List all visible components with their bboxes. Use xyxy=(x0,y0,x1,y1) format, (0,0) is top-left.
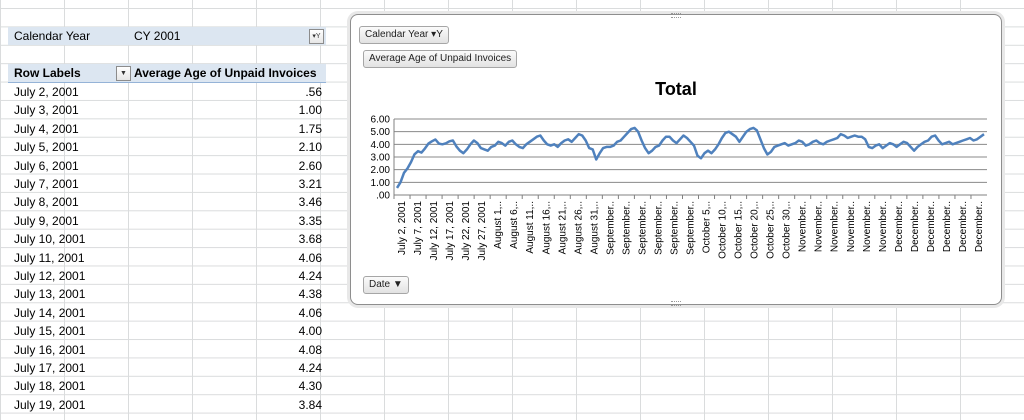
x-tick-label: July 17, 2001 xyxy=(445,201,456,261)
x-tick-label: October 5,.. xyxy=(702,201,713,253)
y-tick-label: 3.00 xyxy=(371,153,391,164)
row-label[interactable]: July 11, 2001 xyxy=(14,249,85,267)
row-label[interactable]: July 15, 2001 xyxy=(14,322,85,340)
x-tick-label: September.. xyxy=(686,201,697,255)
row-value[interactable]: 4.06 xyxy=(134,304,322,322)
row-label[interactable]: July 10, 2001 xyxy=(14,230,85,248)
row-label[interactable]: July 5, 2001 xyxy=(14,138,79,156)
row-value[interactable]: 4.30 xyxy=(134,377,322,395)
row-value[interactable]: 4.24 xyxy=(134,267,322,285)
x-tick-label: August 21,.. xyxy=(557,201,568,254)
x-tick-label: July 7, 2001 xyxy=(413,201,424,255)
row-value[interactable]: 3.46 xyxy=(134,193,322,211)
row-label[interactable]: July 13, 2001 xyxy=(14,285,85,303)
x-tick-label: November.. xyxy=(798,201,809,252)
filter-funnel-icon[interactable]: ▾Y xyxy=(309,29,324,44)
row-label[interactable]: July 16, 2001 xyxy=(14,341,85,359)
x-tick-label: December.. xyxy=(958,201,969,252)
filter-value[interactable]: CY 2001 xyxy=(134,27,180,45)
row-value[interactable]: 2.10 xyxy=(134,138,322,156)
x-tick-label: September.. xyxy=(621,201,632,255)
x-tick-label: December.. xyxy=(942,201,953,252)
x-tick-label: October 20,.. xyxy=(750,201,761,259)
row-value[interactable]: 2.60 xyxy=(134,157,322,175)
row-value[interactable]: 4.08 xyxy=(134,341,322,359)
row-value[interactable]: .56 xyxy=(134,83,322,101)
row-value[interactable]: 3.84 xyxy=(134,396,322,414)
x-tick-label: August 31,.. xyxy=(589,201,600,254)
x-tick-label: December.. xyxy=(910,201,921,252)
x-tick-label: November.. xyxy=(846,201,857,252)
filter-field-label: Calendar Year xyxy=(14,29,91,43)
row-value[interactable]: 3.35 xyxy=(134,212,322,230)
row-value[interactable]: 4.00 xyxy=(134,322,322,340)
row-label[interactable]: July 17, 2001 xyxy=(14,359,85,377)
row-label[interactable]: July 2, 2001 xyxy=(14,83,79,101)
x-tick-label: December.. xyxy=(894,201,905,252)
chart-plot: .00 1.00 2.003.00 4.00 5.006.00 July 2, 2001 J… xyxy=(371,115,987,261)
x-tick-label: October 30,.. xyxy=(782,201,793,259)
row-label[interactable]: July 4, 2001 xyxy=(14,120,79,138)
y-tick-label: .00 xyxy=(376,191,390,202)
y-tick-label: 5.00 xyxy=(371,127,391,138)
row-value[interactable]: 3.68 xyxy=(134,230,322,248)
y-tick-label: 2.00 xyxy=(371,165,391,176)
row-label[interactable]: July 8, 2001 xyxy=(14,193,79,211)
x-tick-label: August 16,.. xyxy=(541,201,552,254)
row-label[interactable]: July 9, 2001 xyxy=(14,212,79,230)
chart-axis-field-label: Date xyxy=(369,279,391,290)
x-tick-label: September.. xyxy=(637,201,648,255)
row-value[interactable]: 4.24 xyxy=(134,359,322,377)
x-tick-label: September.. xyxy=(605,201,616,255)
row-value[interactable]: 1.75 xyxy=(134,120,322,138)
x-tick-label: August 1,.. xyxy=(493,201,504,249)
x-tick-label: July 22, 2001 xyxy=(461,201,472,261)
row-label[interactable]: July 18, 2001 xyxy=(14,377,85,395)
row-value[interactable]: 4.06 xyxy=(134,249,322,267)
x-tick-label: September.. xyxy=(669,201,680,255)
y-tick-label: 1.00 xyxy=(371,178,391,189)
value-header: Average Age of Unpaid Invoices xyxy=(134,66,317,80)
x-tick-label: September.. xyxy=(653,201,664,255)
row-label[interactable]: July 12, 2001 xyxy=(14,267,85,285)
x-tick-label: November.. xyxy=(814,201,825,252)
x-tick-label: November.. xyxy=(830,201,841,252)
x-tick-label: July 27, 2001 xyxy=(477,201,488,261)
row-value[interactable]: 3.21 xyxy=(134,175,322,193)
x-tick-label: July 2, 2001 xyxy=(397,201,408,255)
row-label[interactable]: July 19, 2001 xyxy=(14,396,85,414)
row-value[interactable]: 1.00 xyxy=(134,101,322,119)
series-line-total xyxy=(395,126,985,189)
x-tick-label: August 26,.. xyxy=(573,201,584,254)
x-tick-label: November.. xyxy=(878,201,889,252)
chart-axis-field-button[interactable]: Date ▼ xyxy=(363,276,409,294)
row-labels-header: Row Labels xyxy=(14,66,81,80)
x-tick-label: December.. xyxy=(926,201,937,252)
row-value[interactable]: 4.38 xyxy=(134,285,322,303)
x-tick-label: August 6,.. xyxy=(509,201,520,249)
x-tick-label: August 11,.. xyxy=(525,201,536,254)
row-label[interactable]: July 6, 2001 xyxy=(14,157,79,175)
pivot-chart[interactable]: Calendar Year ▾Y Average Age of Unpaid I… xyxy=(350,13,1002,306)
row-label[interactable]: July 14, 2001 xyxy=(14,304,85,322)
y-tick-label: 4.00 xyxy=(371,140,391,151)
row-label[interactable]: July 7, 2001 xyxy=(14,175,79,193)
row-labels-dropdown-icon[interactable]: ▼ xyxy=(116,66,131,81)
y-tick-label: 6.00 xyxy=(371,115,391,126)
x-tick-label: October 25,.. xyxy=(766,201,777,259)
x-tick-label: December.. xyxy=(974,201,985,252)
x-tick-label: October 15,.. xyxy=(734,201,745,259)
x-tick-label: October 10,.. xyxy=(718,201,729,259)
row-label[interactable]: July 3, 2001 xyxy=(14,101,79,119)
chevron-down-icon: ▼ xyxy=(392,279,403,290)
x-tick-label: November.. xyxy=(862,201,873,252)
x-tick-label: July 12, 2001 xyxy=(429,201,440,261)
